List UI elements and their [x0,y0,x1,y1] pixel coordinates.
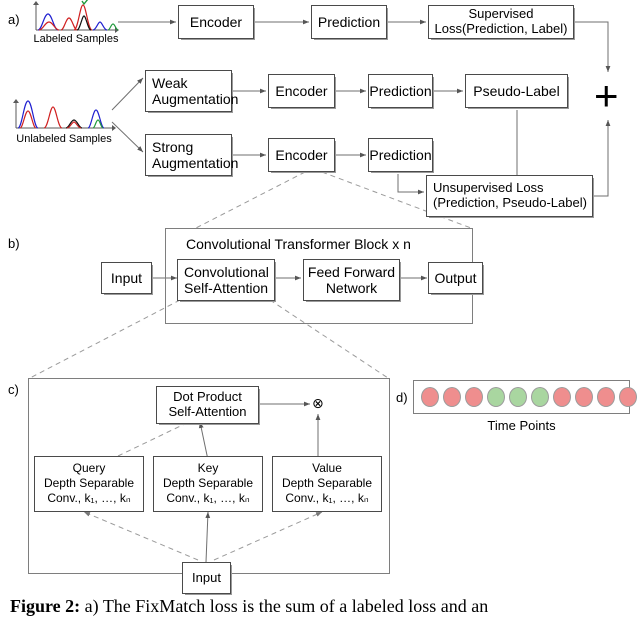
figure-caption-bold: Figure 2: [10,596,81,616]
encoder-top-box[interactable]: Encoder [178,5,254,39]
value-title: Value [312,461,342,476]
key-subtitle: Depth Separable [162,476,254,491]
panel-label-c: c) [8,382,19,397]
pseudo-label-box[interactable]: Pseudo-Label [465,74,568,108]
key-kernels: Conv., k₁, …, kₙ [166,490,250,505]
encoder-weak-box[interactable]: Encoder [268,74,335,108]
supervised-loss-box[interactable]: Supervised Loss(Prediction, Label) [428,5,574,39]
conv-self-attention-box[interactable]: Convolutional Self-Attention [177,259,275,301]
time-point-dot-red [443,387,461,407]
time-points-row [421,387,637,407]
encoder-strong-box[interactable]: Encoder [268,138,335,172]
time-point-dot-green [531,387,549,407]
labeled-samples-plot [33,0,119,33]
figure-caption: Figure 2: a) The FixMatch loss is the su… [10,596,635,617]
weak-augmentation-box[interactable]: Weak Augmentation [145,70,238,112]
query-box[interactable]: Query Depth Separable Conv., k₁, …, kₙ [34,456,144,512]
feed-forward-network-box[interactable]: Feed Forward Network [303,259,400,301]
prediction-strong-box[interactable]: Prediction [368,138,433,172]
key-title: Key [197,461,219,476]
time-point-dot-red [553,387,571,407]
time-point-dot-red [619,387,637,407]
panel-label-a: a) [8,12,20,27]
transformer-block-title: Convolutional Transformer Block x n [186,236,411,252]
plus-sign: + [594,72,619,119]
time-point-dot-red [465,387,483,407]
key-box[interactable]: Key Depth Separable Conv., k₁, …, kₙ [153,456,263,512]
prediction-weak-box[interactable]: Prediction [368,74,433,108]
input-c-box[interactable]: Input [182,562,231,594]
query-kernels: Conv., k₁, …, kₙ [47,490,131,505]
value-kernels: Conv., k₁, …, kₙ [285,490,369,505]
unlabeled-samples-caption: Unlabeled Samples [16,133,112,145]
value-box[interactable]: Value Depth Separable Conv., k₁, …, kₙ [272,456,382,512]
time-point-dot-red [597,387,615,407]
query-title: Query [72,461,106,476]
input-b-box[interactable]: Input [101,262,152,294]
panel-label-d: d) [396,390,408,405]
figure-caption-text: a) The FixMatch loss is the sum of a lab… [80,596,489,616]
time-point-dot-red [421,387,439,407]
query-subtitle: Depth Separable [43,476,135,491]
prediction-top-box[interactable]: Prediction [311,5,387,39]
time-points-label: Time Points [487,418,556,433]
unlabeled-samples-plot [13,99,116,131]
dot-product-self-attention-box[interactable]: Dot Product Self-Attention [156,386,259,424]
time-point-dot-red [575,387,593,407]
panel-label-b: b) [8,236,20,251]
strong-augmentation-box[interactable]: Strong Augmentation [145,134,238,176]
unsupervised-loss-box[interactable]: Unsupervised Loss (Prediction, Pseudo-La… [426,175,593,217]
value-subtitle: Depth Separable [281,476,373,491]
time-point-dot-green [487,387,505,407]
tensor-product-icon: ⊗ [312,396,324,412]
labeled-samples-caption: Labeled Samples [33,33,119,45]
time-point-dot-green [509,387,527,407]
figure-root: a) b) c) d) Labeled Samples Unlabeled Sa… [0,0,640,627]
output-b-box[interactable]: Output [428,262,483,294]
